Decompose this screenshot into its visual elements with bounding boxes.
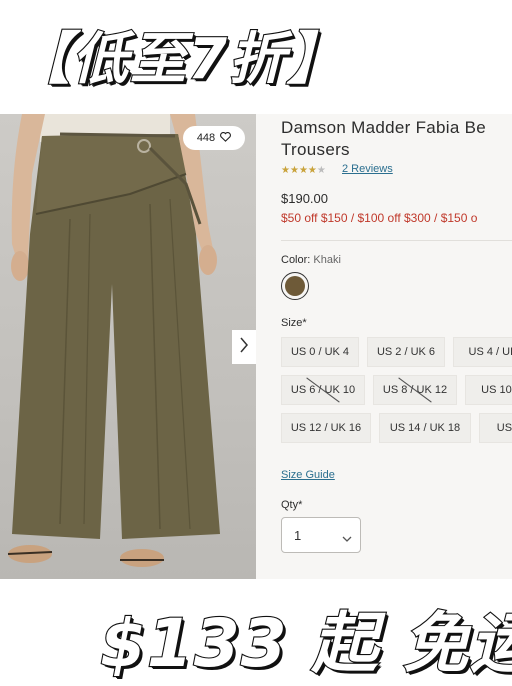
size-option[interactable]: US 14 / UK 18 xyxy=(379,413,471,443)
color-label: Color: Khaki xyxy=(281,254,341,266)
qty-value: 1 xyxy=(294,527,302,543)
promo-banner-top: 【低至7折】 xyxy=(13,26,345,93)
size-option[interactable]: US 8 / UK 12 xyxy=(373,375,457,405)
size-option[interactable]: US 6 / UK 10 xyxy=(281,375,365,405)
qty-select[interactable]: 1 xyxy=(281,517,361,553)
product-photo[interactable]: 448 xyxy=(0,114,256,579)
star-icon: ★ xyxy=(316,165,326,176)
size-guide-link[interactable]: Size Guide xyxy=(281,469,335,481)
product-price: $190.00 xyxy=(281,191,328,206)
size-option[interactable]: US 0 / UK 4 xyxy=(281,337,359,367)
star-icon: ★ xyxy=(281,165,290,176)
size-option-label: US 4 / UK xyxy=(468,346,512,358)
size-option[interactable]: US 4 / UK xyxy=(453,337,512,367)
size-option[interactable]: US 2 / UK 6 xyxy=(367,337,445,367)
promo-banner-bottom: $133 起 免运 xyxy=(99,604,512,683)
size-option-label: US 2 / UK 6 xyxy=(376,346,436,358)
divider xyxy=(281,240,512,241)
promo-text: $50 off $150 / $100 off $300 / $150 o xyxy=(281,211,478,225)
size-option[interactable]: US 10 / U xyxy=(465,375,512,405)
star-icon: ★ xyxy=(298,165,308,176)
star-icon: ★ xyxy=(307,165,317,176)
star-icon: ★ xyxy=(289,165,299,176)
size-option-label: US 0 / UK 4 xyxy=(290,346,350,358)
size-option-label: US 1 xyxy=(496,422,512,434)
product-photo-illustration xyxy=(7,114,220,567)
size-option[interactable]: US 1 xyxy=(479,413,512,443)
size-option[interactable]: US 12 / UK 16 xyxy=(281,413,371,443)
next-image-button[interactable] xyxy=(232,330,256,364)
unavailable-slash-icon xyxy=(398,377,432,403)
product-title: Damson Madder Fabia Be Trousers xyxy=(281,117,512,161)
star-rating: ★★★★★ xyxy=(281,165,326,176)
like-count: 448 xyxy=(196,132,216,144)
unavailable-slash-icon xyxy=(306,377,340,403)
chevron-right-icon xyxy=(239,337,249,358)
color-swatch-khaki[interactable] xyxy=(281,272,309,300)
product-title-line2: Trousers xyxy=(281,140,350,159)
color-swatch-fill xyxy=(285,276,305,296)
size-option-label: US 14 / UK 18 xyxy=(389,422,461,434)
heart-icon xyxy=(220,131,232,145)
reviews-link[interactable]: 2 Reviews xyxy=(342,163,393,175)
product-page: 448 Damson Madder Fabia Be Trousers ★★★★… xyxy=(0,114,512,579)
chevron-down-icon xyxy=(342,531,352,546)
size-label: Size* xyxy=(281,317,307,329)
product-title-line1: Damson Madder Fabia Be xyxy=(281,118,487,137)
like-button[interactable]: 448 xyxy=(183,126,245,150)
size-option-label: US 12 / UK 16 xyxy=(290,422,362,434)
color-value: Khaki xyxy=(313,254,341,266)
product-info: Damson Madder Fabia Be Trousers ★★★★★ 2 … xyxy=(256,114,512,579)
size-option-label: US 10 / U xyxy=(481,384,512,396)
qty-label: Qty* xyxy=(281,499,303,511)
